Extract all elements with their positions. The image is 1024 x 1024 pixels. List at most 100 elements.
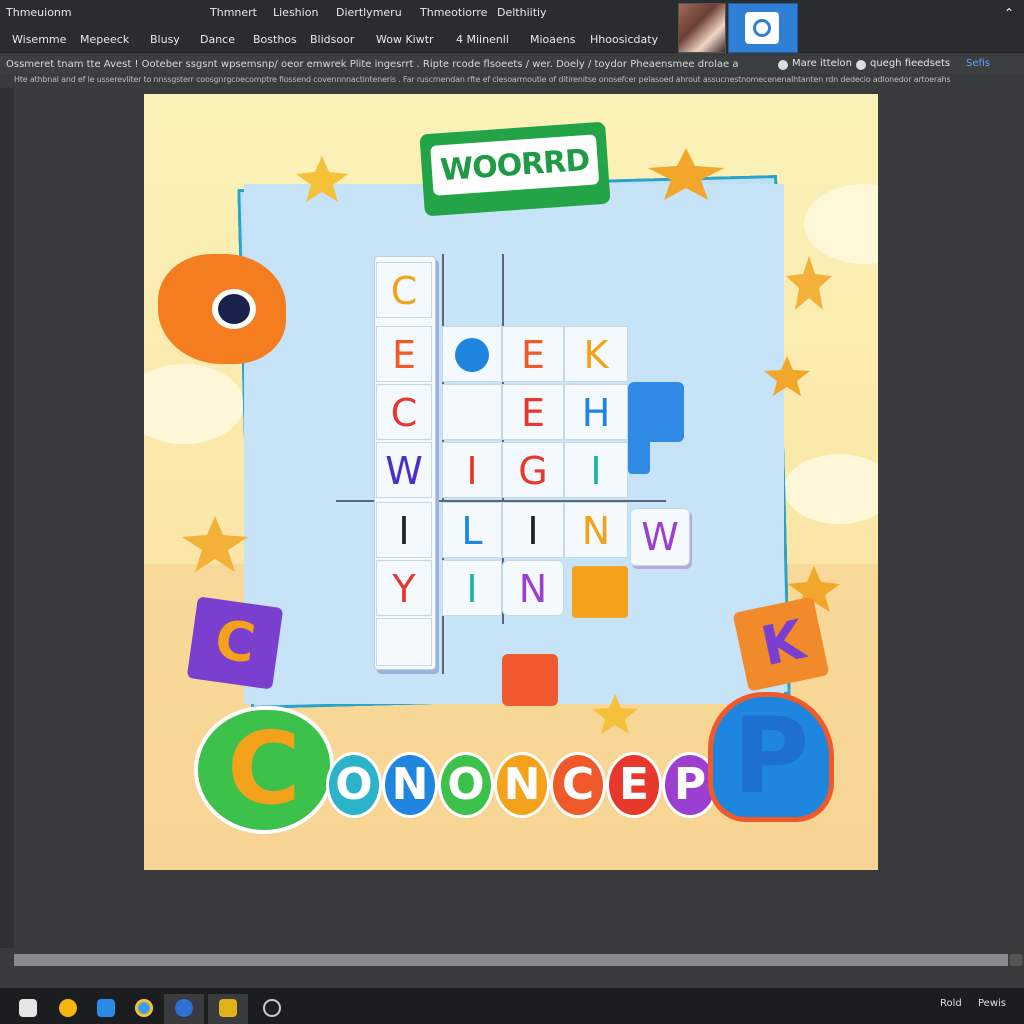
star-icon bbox=[764, 356, 810, 396]
info-link[interactable]: Sefis bbox=[966, 58, 990, 69]
cloud bbox=[144, 364, 244, 444]
word-bubble: N bbox=[494, 752, 550, 818]
cell-letter: Y bbox=[392, 567, 416, 611]
monster-pupil bbox=[218, 294, 250, 324]
menu-item[interactable]: Lieshion bbox=[273, 6, 318, 19]
start-icon[interactable] bbox=[8, 994, 48, 1024]
cloud bbox=[784, 454, 878, 524]
status-dot-icon bbox=[778, 60, 788, 70]
grid-cell[interactable]: L bbox=[442, 502, 502, 558]
toolbar-item[interactable]: Mepeeck bbox=[80, 33, 129, 46]
chrome-icon[interactable] bbox=[124, 994, 164, 1024]
grid-cell[interactable]: G bbox=[502, 442, 564, 498]
grid-cell[interactable] bbox=[376, 618, 432, 666]
grid-cell[interactable]: H bbox=[564, 384, 628, 440]
big-letter: C bbox=[194, 706, 334, 834]
word-bubble: O bbox=[438, 752, 494, 818]
app-thumbnail[interactable] bbox=[728, 3, 798, 53]
grid-cell[interactable]: N bbox=[564, 502, 628, 558]
image-thumbnail[interactable] bbox=[678, 3, 726, 53]
bottom-word-art: C O N O N C E P P bbox=[194, 692, 848, 836]
word-bubble: C bbox=[550, 752, 606, 818]
cell-letter: I bbox=[527, 509, 539, 553]
toolbar-item[interactable]: Blidsoor bbox=[310, 33, 354, 46]
cell-letter: E bbox=[520, 391, 545, 435]
horizontal-scrollbar[interactable] bbox=[14, 954, 1008, 966]
info-bar: Ossmeret tnam tte Avest ! Ooteber ssgsnt… bbox=[0, 56, 1024, 74]
grid-cell[interactable]: N bbox=[502, 560, 564, 616]
left-rail bbox=[0, 88, 14, 948]
orange-block bbox=[572, 566, 628, 618]
cell-letter: W bbox=[385, 449, 423, 493]
toolbar-item[interactable]: Bosthos bbox=[253, 33, 297, 46]
grid-cell[interactable] bbox=[442, 384, 502, 440]
menu-item[interactable]: Thmeotiorre bbox=[420, 6, 487, 19]
blue-block bbox=[628, 382, 684, 442]
grid-cell[interactable]: I bbox=[564, 442, 628, 498]
info-text: Ossmeret tnam tte Avest ! Ooteber ssgsnt… bbox=[6, 59, 739, 70]
star-icon bbox=[648, 148, 724, 200]
toolbar-item[interactable]: Blusy bbox=[150, 33, 180, 46]
app-icon-active[interactable] bbox=[164, 994, 204, 1024]
game-logo: WOORRD bbox=[439, 142, 591, 189]
windows-icon[interactable] bbox=[86, 994, 126, 1024]
grid-cell[interactable]: I bbox=[442, 442, 502, 498]
letter-tile[interactable]: K bbox=[732, 596, 830, 692]
word-bubble: E bbox=[606, 752, 662, 818]
cell-letter: E bbox=[391, 333, 416, 377]
sub-info-text: Hte athbnal and ef le usserevliter to nn… bbox=[14, 75, 951, 84]
menu-item[interactable]: Delthiitiy bbox=[497, 6, 547, 19]
cell-letter: I bbox=[466, 567, 478, 611]
grid-cell[interactable]: K bbox=[564, 326, 628, 382]
toolbar-item[interactable]: Wow Kiwtr bbox=[376, 33, 434, 46]
collapse-icon[interactable]: ⌃ bbox=[1004, 6, 1014, 20]
grid-cell[interactable]: W bbox=[630, 508, 690, 566]
folder-icon[interactable] bbox=[208, 994, 248, 1024]
app-title: Thmeuionm bbox=[6, 6, 72, 19]
grid-cell[interactable]: E bbox=[502, 384, 564, 440]
grid-cell[interactable]: I bbox=[502, 502, 564, 558]
toolbar-item[interactable]: Dance bbox=[200, 33, 235, 46]
grid-cell[interactable]: W bbox=[376, 442, 432, 498]
star-icon bbox=[786, 256, 832, 310]
grid-cell[interactable] bbox=[442, 326, 502, 382]
word-bubble: O bbox=[326, 752, 382, 818]
grid-cell[interactable]: C bbox=[376, 262, 432, 318]
cell-letter: C bbox=[390, 391, 418, 435]
toolbar-item[interactable]: Wisemme bbox=[12, 33, 66, 46]
toolbar-item[interactable]: Hhoosicdaty bbox=[590, 33, 658, 46]
menu-item[interactable]: Diertlymeru bbox=[336, 6, 402, 19]
toolbar-item[interactable]: 4 Miinenll bbox=[456, 33, 509, 46]
grid-cell[interactable]: Y bbox=[376, 560, 432, 616]
cell-letter: K bbox=[583, 333, 609, 377]
star-icon bbox=[296, 156, 348, 202]
cloud bbox=[804, 184, 878, 264]
grid-cell[interactable]: C bbox=[376, 384, 432, 440]
info-label[interactable]: quegh fieedsets bbox=[870, 58, 950, 69]
cell-letter: N bbox=[581, 509, 611, 553]
grid-cell[interactable]: E bbox=[376, 326, 432, 382]
blue-block bbox=[628, 434, 650, 474]
toolbar-item[interactable]: Mioaens bbox=[530, 33, 576, 46]
status-dot-icon bbox=[856, 60, 866, 70]
grid-cell[interactable]: E bbox=[502, 326, 564, 382]
cell-letter: W bbox=[641, 515, 679, 559]
grid-cell[interactable]: I bbox=[376, 502, 432, 558]
tray-label[interactable]: Rold bbox=[940, 998, 962, 1009]
letter-tile[interactable]: C bbox=[186, 596, 284, 690]
cell-letter: I bbox=[466, 449, 478, 493]
logo-plate: WOORRD bbox=[430, 134, 600, 196]
tile-letter: C bbox=[211, 607, 260, 676]
info-label[interactable]: Mare ittelon bbox=[792, 58, 852, 69]
settings-icon[interactable] bbox=[252, 994, 292, 1024]
app-icon bbox=[745, 12, 779, 44]
taskbar: Rold Pewis bbox=[0, 988, 1024, 1024]
game-canvas[interactable]: WOORRD C E E K C E H W I G I I L I N W Y… bbox=[144, 94, 878, 870]
menu-item[interactable]: Thmnert bbox=[210, 6, 257, 19]
grid-cell[interactable]: I bbox=[442, 560, 502, 616]
cell-letter: G bbox=[518, 449, 548, 493]
cell-letter: L bbox=[461, 509, 483, 553]
cell-letter: I bbox=[398, 509, 410, 553]
tray-label[interactable]: Pewis bbox=[978, 998, 1006, 1009]
browser-icon[interactable] bbox=[48, 994, 88, 1024]
